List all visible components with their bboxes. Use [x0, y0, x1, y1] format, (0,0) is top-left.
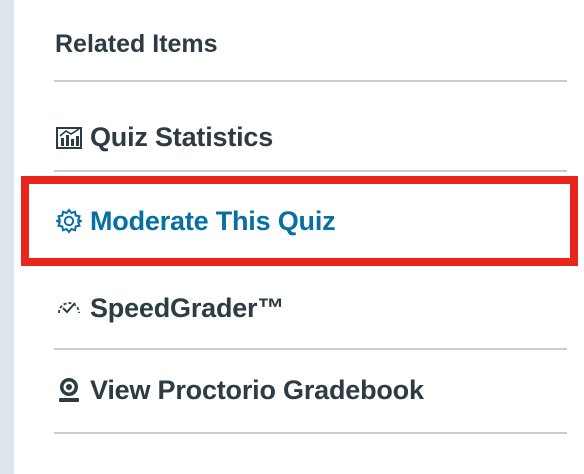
- divider: [54, 263, 567, 265]
- speedgrader-icon: [54, 293, 84, 323]
- moderate-quiz-label: Moderate This Quiz: [90, 206, 336, 236]
- speedgrader-label: SpeedGrader™: [90, 293, 285, 323]
- proctorio-icon: [54, 375, 84, 405]
- divider: [54, 80, 567, 82]
- related-items-panel: Related Items Quiz Statistics Moderate T…: [14, 0, 584, 474]
- quiz-statistics-link[interactable]: Quiz Statistics: [54, 112, 273, 162]
- proctorio-gradebook-label: View Proctorio Gradebook: [90, 375, 424, 405]
- gear-icon: [54, 206, 84, 236]
- speedgrader-link[interactable]: SpeedGrader™: [54, 283, 284, 333]
- chart-icon: [54, 122, 84, 152]
- divider: [54, 348, 567, 350]
- moderate-quiz-link[interactable]: Moderate This Quiz: [54, 196, 336, 246]
- proctorio-gradebook-link[interactable]: View Proctorio Gradebook: [54, 365, 424, 415]
- divider: [54, 170, 567, 172]
- related-items-heading: Related Items: [55, 30, 218, 58]
- quiz-statistics-label: Quiz Statistics: [90, 122, 274, 152]
- divider: [54, 432, 567, 434]
